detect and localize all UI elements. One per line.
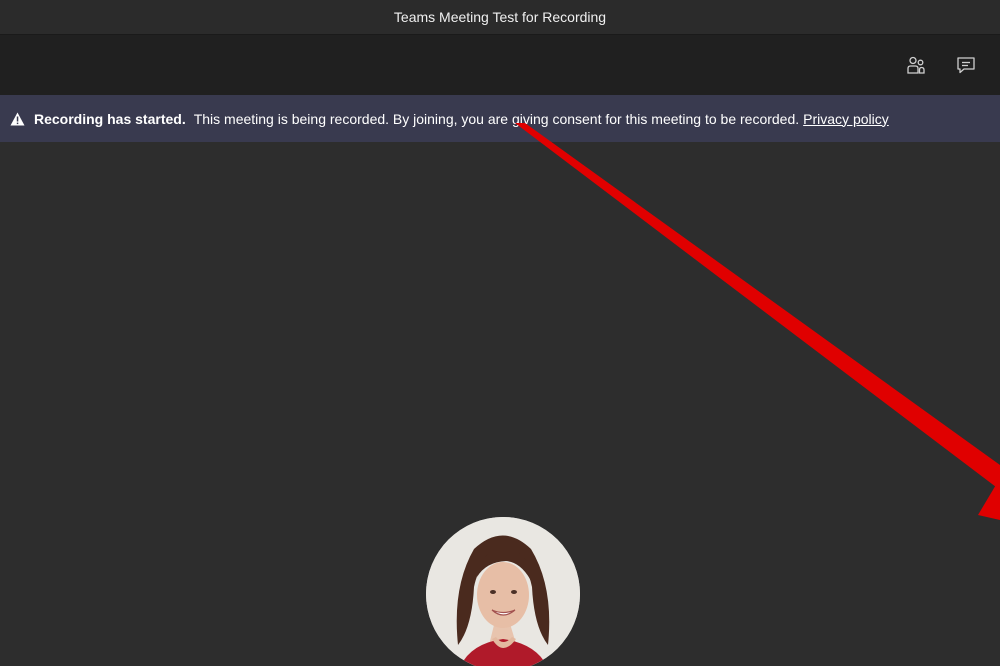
title-bar: Teams Meeting Test for Recording [0,0,1000,35]
privacy-policy-link[interactable]: Privacy policy [803,111,889,127]
participants-button[interactable] [902,51,930,79]
meeting-toolbar [0,35,1000,95]
chat-icon [957,57,975,74]
user-avatar[interactable] [426,517,580,666]
warning-icon [10,112,25,126]
banner-heading: Recording has started. [34,110,186,127]
chat-button[interactable] [952,51,980,79]
teams-meeting-window: Teams Meeting Test for Recording Recordi… [0,0,1000,666]
banner-message: This meeting is being recorded. By joini… [193,110,800,127]
recording-banner: Recording has started. This meeting is b… [0,95,1000,142]
participants-icon [907,56,925,74]
window-title: Teams Meeting Test for Recording [393,9,607,25]
